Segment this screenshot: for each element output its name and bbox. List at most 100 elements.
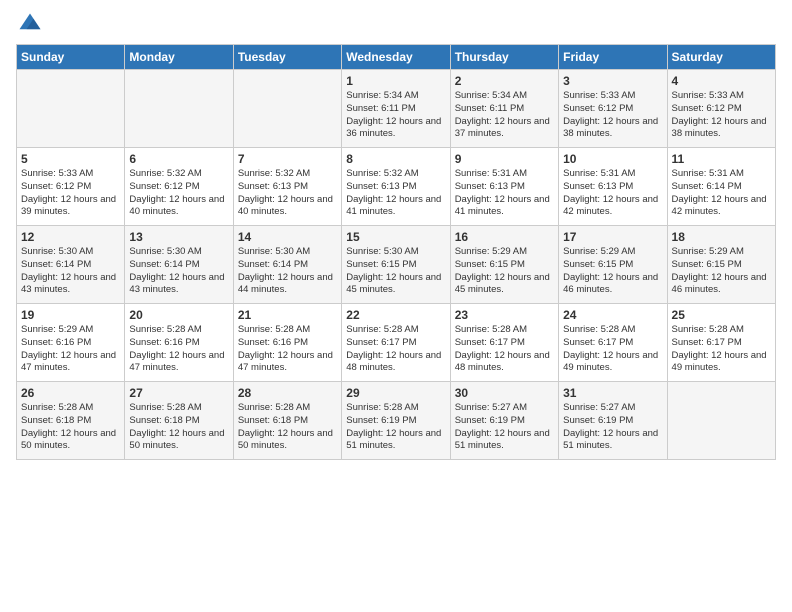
- logo: [16, 10, 48, 38]
- day-info: Sunrise: 5:29 AM Sunset: 6:15 PM Dayligh…: [455, 246, 554, 297]
- day-number: 7: [238, 152, 337, 166]
- day-cell: 29 Sunrise: 5:28 AM Sunset: 6:19 PM Dayli…: [342, 382, 450, 460]
- day-number: 9: [455, 152, 554, 166]
- day-info: Sunrise: 5:28 AM Sunset: 6:17 PM Dayligh…: [672, 324, 771, 375]
- day-number: 12: [21, 230, 120, 244]
- day-cell: 6 Sunrise: 5:32 AM Sunset: 6:12 PM Daylig…: [125, 148, 233, 226]
- day-cell: 30 Sunrise: 5:27 AM Sunset: 6:19 PM Dayli…: [450, 382, 558, 460]
- day-cell: 21 Sunrise: 5:28 AM Sunset: 6:16 PM Dayli…: [233, 304, 341, 382]
- day-info: Sunrise: 5:31 AM Sunset: 6:13 PM Dayligh…: [563, 168, 662, 219]
- day-number: 2: [455, 74, 554, 88]
- day-number: 24: [563, 308, 662, 322]
- day-cell: 8 Sunrise: 5:32 AM Sunset: 6:13 PM Daylig…: [342, 148, 450, 226]
- day-cell: 17 Sunrise: 5:29 AM Sunset: 6:15 PM Dayli…: [559, 226, 667, 304]
- day-info: Sunrise: 5:28 AM Sunset: 6:18 PM Dayligh…: [21, 402, 120, 453]
- day-number: 31: [563, 386, 662, 400]
- day-cell: 20Sunrise: 5:28 AM Sunset: 6:16 PM Dayli…: [125, 304, 233, 382]
- day-info: Sunrise: 5:28 AM Sunset: 6:18 PM Dayligh…: [129, 402, 228, 453]
- day-cell: 7 Sunrise: 5:32 AM Sunset: 6:13 PM Daylig…: [233, 148, 341, 226]
- day-cell: [233, 70, 341, 148]
- day-cell: 5Sunrise: 5:33 AM Sunset: 6:12 PM Daylig…: [17, 148, 125, 226]
- day-info: Sunrise: 5:29 AM Sunset: 6:16 PM Dayligh…: [21, 324, 120, 375]
- col-header-friday: Friday: [559, 45, 667, 70]
- day-info: Sunrise: 5:32 AM Sunset: 6:13 PM Dayligh…: [346, 168, 445, 219]
- day-cell: [667, 382, 775, 460]
- day-number: 14: [238, 230, 337, 244]
- day-cell: 3Sunrise: 5:33 AM Sunset: 6:12 PM Daylig…: [559, 70, 667, 148]
- day-info: Sunrise: 5:27 AM Sunset: 6:19 PM Dayligh…: [455, 402, 554, 453]
- day-number: 1: [346, 74, 445, 88]
- day-number: 27: [129, 386, 228, 400]
- day-cell: 27 Sunrise: 5:28 AM Sunset: 6:18 PM Dayli…: [125, 382, 233, 460]
- day-cell: 15 Sunrise: 5:30 AM Sunset: 6:15 PM Dayli…: [342, 226, 450, 304]
- day-info: Sunrise: 5:32 AM Sunset: 6:12 PM Dayligh…: [129, 168, 228, 219]
- day-number: 4: [672, 74, 771, 88]
- day-cell: 26Sunrise: 5:28 AM Sunset: 6:18 PM Dayli…: [17, 382, 125, 460]
- day-cell: 2 Sunrise: 5:34 AM Sunset: 6:11 PM Daylig…: [450, 70, 558, 148]
- day-number: 15: [346, 230, 445, 244]
- day-cell: 10 Sunrise: 5:31 AM Sunset: 6:13 PM Dayli…: [559, 148, 667, 226]
- day-cell: 22 Sunrise: 5:28 AM Sunset: 6:17 PM Dayli…: [342, 304, 450, 382]
- day-info: Sunrise: 5:33 AM Sunset: 6:12 PM Dayligh…: [563, 90, 662, 141]
- day-info: Sunrise: 5:34 AM Sunset: 6:11 PM Dayligh…: [455, 90, 554, 141]
- day-number: 18: [672, 230, 771, 244]
- day-info: Sunrise: 5:27 AM Sunset: 6:19 PM Dayligh…: [563, 402, 662, 453]
- week-row-1: 1 Sunrise: 5:34 AM Sunset: 6:11 PM Daylig…: [17, 70, 776, 148]
- day-info: Sunrise: 5:31 AM Sunset: 6:14 PM Dayligh…: [672, 168, 771, 219]
- week-row-4: 19 Sunrise: 5:29 AM Sunset: 6:16 PM Dayli…: [17, 304, 776, 382]
- day-cell: 1 Sunrise: 5:34 AM Sunset: 6:11 PM Daylig…: [342, 70, 450, 148]
- page: SundayMondayTuesdayWednesdayThursdayFrid…: [0, 0, 792, 612]
- day-cell: 19 Sunrise: 5:29 AM Sunset: 6:16 PM Dayli…: [17, 304, 125, 382]
- day-cell: 13 Sunrise: 5:30 AM Sunset: 6:14 PM Dayli…: [125, 226, 233, 304]
- day-info: Sunrise: 5:31 AM Sunset: 6:13 PM Dayligh…: [455, 168, 554, 219]
- day-info: Sunrise: 5:33 AM Sunset: 6:12 PM Dayligh…: [21, 168, 120, 219]
- day-info: Sunrise: 5:29 AM Sunset: 6:15 PM Dayligh…: [563, 246, 662, 297]
- day-number: 19: [21, 308, 120, 322]
- day-cell: 9 Sunrise: 5:31 AM Sunset: 6:13 PM Daylig…: [450, 148, 558, 226]
- day-info: Sunrise: 5:28 AM Sunset: 6:17 PM Dayligh…: [563, 324, 662, 375]
- day-number: 22: [346, 308, 445, 322]
- day-info: Sunrise: 5:28 AM Sunset: 6:16 PM Dayligh…: [238, 324, 337, 375]
- day-cell: 18Sunrise: 5:29 AM Sunset: 6:15 PM Dayli…: [667, 226, 775, 304]
- day-number: 13: [129, 230, 228, 244]
- col-header-wednesday: Wednesday: [342, 45, 450, 70]
- day-cell: 28 Sunrise: 5:28 AM Sunset: 6:18 PM Dayli…: [233, 382, 341, 460]
- day-info: Sunrise: 5:34 AM Sunset: 6:11 PM Dayligh…: [346, 90, 445, 141]
- day-cell: 4 Sunrise: 5:33 AM Sunset: 6:12 PM Daylig…: [667, 70, 775, 148]
- calendar-table: SundayMondayTuesdayWednesdayThursdayFrid…: [16, 44, 776, 460]
- day-info: Sunrise: 5:30 AM Sunset: 6:14 PM Dayligh…: [21, 246, 120, 297]
- day-info: Sunrise: 5:30 AM Sunset: 6:14 PM Dayligh…: [238, 246, 337, 297]
- day-number: 28: [238, 386, 337, 400]
- day-cell: 24 Sunrise: 5:28 AM Sunset: 6:17 PM Dayli…: [559, 304, 667, 382]
- col-header-thursday: Thursday: [450, 45, 558, 70]
- day-info: Sunrise: 5:30 AM Sunset: 6:14 PM Dayligh…: [129, 246, 228, 297]
- day-info: Sunrise: 5:33 AM Sunset: 6:12 PM Dayligh…: [672, 90, 771, 141]
- day-cell: 25 Sunrise: 5:28 AM Sunset: 6:17 PM Dayli…: [667, 304, 775, 382]
- day-number: 10: [563, 152, 662, 166]
- day-number: 17: [563, 230, 662, 244]
- day-info: Sunrise: 5:28 AM Sunset: 6:17 PM Dayligh…: [346, 324, 445, 375]
- day-number: 11: [672, 152, 771, 166]
- day-number: 29: [346, 386, 445, 400]
- week-row-5: 26Sunrise: 5:28 AM Sunset: 6:18 PM Dayli…: [17, 382, 776, 460]
- day-info: Sunrise: 5:28 AM Sunset: 6:18 PM Dayligh…: [238, 402, 337, 453]
- day-number: 16: [455, 230, 554, 244]
- day-number: 23: [455, 308, 554, 322]
- day-cell: 12 Sunrise: 5:30 AM Sunset: 6:14 PM Dayli…: [17, 226, 125, 304]
- day-info: Sunrise: 5:28 AM Sunset: 6:19 PM Dayligh…: [346, 402, 445, 453]
- day-number: 6: [129, 152, 228, 166]
- day-cell: [125, 70, 233, 148]
- day-info: Sunrise: 5:30 AM Sunset: 6:15 PM Dayligh…: [346, 246, 445, 297]
- day-cell: 23Sunrise: 5:28 AM Sunset: 6:17 PM Dayli…: [450, 304, 558, 382]
- header-row: SundayMondayTuesdayWednesdayThursdayFrid…: [17, 45, 776, 70]
- header: [16, 10, 776, 38]
- logo-icon: [16, 10, 44, 38]
- day-number: 21: [238, 308, 337, 322]
- day-number: 8: [346, 152, 445, 166]
- col-header-saturday: Saturday: [667, 45, 775, 70]
- day-cell: 31 Sunrise: 5:27 AM Sunset: 6:19 PM Dayli…: [559, 382, 667, 460]
- day-number: 25: [672, 308, 771, 322]
- day-cell: 16 Sunrise: 5:29 AM Sunset: 6:15 PM Dayli…: [450, 226, 558, 304]
- day-info: Sunrise: 5:32 AM Sunset: 6:13 PM Dayligh…: [238, 168, 337, 219]
- day-number: 30: [455, 386, 554, 400]
